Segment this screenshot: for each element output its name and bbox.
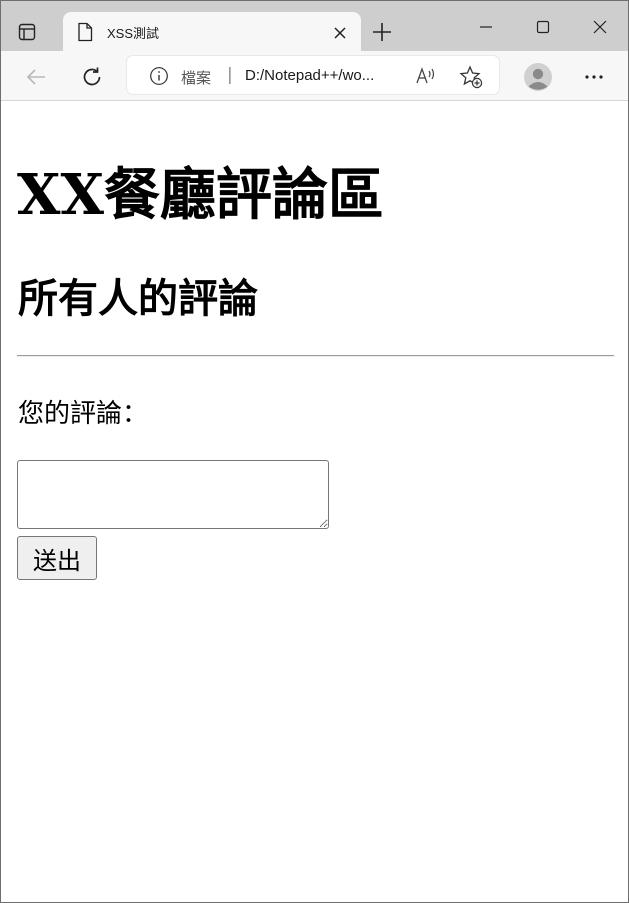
- address-separator: |: [227, 65, 233, 85]
- comment-label: 您的評論：: [18, 399, 149, 429]
- address-url[interactable]: D:/Notepad++/wo...: [245, 67, 374, 84]
- comments-heading: 所有人的評論: [18, 276, 258, 322]
- address-bar[interactable]: 檔案 | D:/Notepad++/wo...: [127, 56, 499, 94]
- tab-title: XSS測試: [107, 26, 160, 41]
- plus-icon[interactable]: [370, 20, 394, 44]
- submit-button[interactable]: 送出: [17, 536, 97, 580]
- add-favorite-icon[interactable]: [459, 65, 483, 89]
- close-window-icon[interactable]: [586, 15, 614, 39]
- tab-active[interactable]: XSS測試: [63, 12, 361, 52]
- maximize-icon[interactable]: [529, 15, 557, 39]
- browser-window: XSS測試 檔案 | D:/Notepad++/wo... XX餐廳評論區 所有…: [0, 0, 629, 903]
- profile-avatar-icon[interactable]: [523, 62, 553, 92]
- divider: [17, 355, 614, 357]
- more-options-icon[interactable]: [581, 64, 607, 90]
- info-icon[interactable]: [149, 66, 169, 86]
- close-tab-icon[interactable]: [331, 24, 349, 42]
- read-aloud-icon[interactable]: [415, 65, 437, 87]
- minimize-icon[interactable]: [472, 15, 500, 39]
- comment-input[interactable]: [17, 460, 329, 529]
- back-arrow-icon[interactable]: [23, 64, 49, 90]
- address-scheme-label: 檔案: [181, 69, 212, 87]
- page-title: XX餐廳評論區: [17, 162, 384, 228]
- browser-toolbar: 檔案 | D:/Notepad++/wo...: [1, 51, 628, 101]
- document-icon: [77, 22, 93, 46]
- page-content: XX餐廳評論區 所有人的評論 您的評論： 送出: [1, 102, 628, 902]
- tab-strip: XSS測試: [1, 1, 628, 52]
- reload-icon[interactable]: [79, 64, 105, 90]
- tab-actions-icon[interactable]: [11, 17, 43, 47]
